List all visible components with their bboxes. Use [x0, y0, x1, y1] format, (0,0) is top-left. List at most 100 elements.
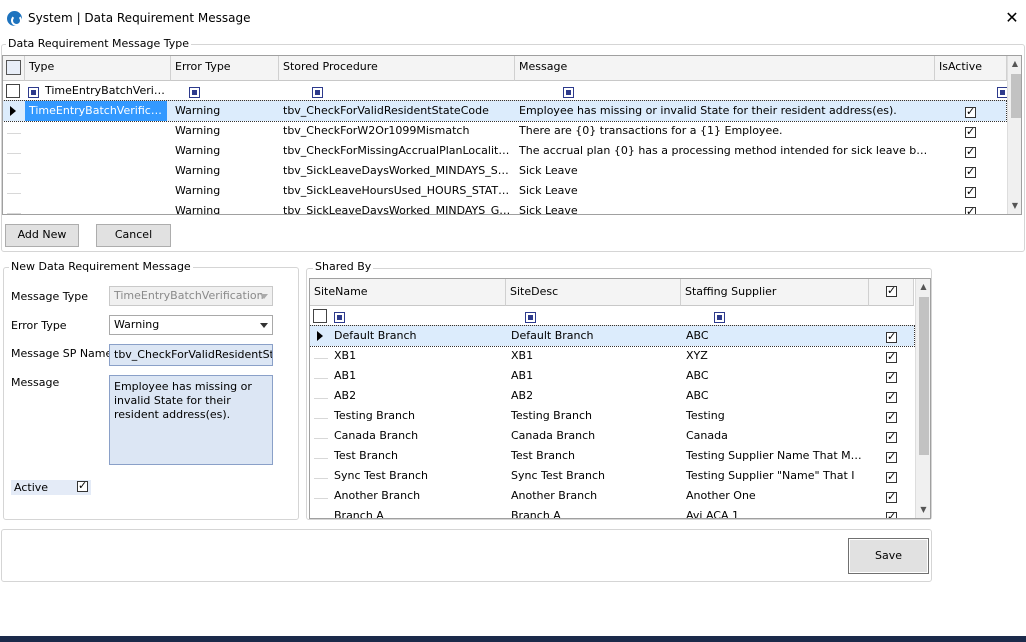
table-row[interactable]: Branch A Branch A Avi ACA 1	[310, 506, 914, 518]
sitedesc-cell[interactable]: Branch A	[507, 506, 681, 518]
column-header-isactive[interactable]: IsActive	[935, 56, 1007, 81]
type-cell[interactable]	[25, 121, 167, 141]
row-header[interactable]	[3, 161, 23, 181]
message-cell[interactable]: Employee has missing or invalid State fo…	[515, 101, 935, 121]
staffing-supplier-cell[interactable]: Testing Supplier Name That Mee	[682, 446, 868, 466]
row-header[interactable]	[3, 201, 23, 214]
row-header[interactable]	[310, 326, 330, 346]
stored-procedure-cell[interactable]: tbv_CheckForValidResidentStateCode	[279, 101, 515, 121]
column-header-error-type[interactable]: Error Type	[171, 56, 279, 81]
sitedesc-cell[interactable]: Canada Branch	[507, 426, 681, 446]
column-header-sitedesc[interactable]: SiteDesc	[506, 279, 681, 306]
shared-checkbox[interactable]	[886, 370, 897, 383]
staffing-supplier-cell[interactable]: ABC	[682, 366, 868, 386]
type-cell[interactable]	[25, 141, 167, 161]
row-header[interactable]	[3, 101, 23, 121]
staffing-supplier-cell[interactable]: Another One	[682, 486, 868, 506]
filter-operator-icon[interactable]	[562, 86, 574, 98]
sitedesc-cell[interactable]: AB2	[507, 386, 681, 406]
filter-operator-icon[interactable]	[188, 86, 200, 98]
staffing-supplier-cell[interactable]: Canada	[682, 426, 868, 446]
cancel-button[interactable]: Cancel	[96, 224, 171, 247]
row-header[interactable]	[3, 121, 23, 141]
add-new-button[interactable]: Add New	[5, 224, 79, 247]
sitename-cell[interactable]: AB2	[330, 386, 506, 406]
scroll-down-icon[interactable]: ▼	[916, 502, 930, 518]
table-row[interactable]: AB1 AB1 ABC	[310, 366, 914, 386]
column-header-message[interactable]: Message	[515, 56, 935, 81]
message-cell[interactable]: Sick Leave	[515, 161, 935, 181]
table-row[interactable]: TimeEntryBatchVerification Warning tbv_Che…	[3, 100, 1007, 122]
error-type-cell[interactable]: Warning	[171, 121, 279, 141]
sitename-cell[interactable]: AB1	[330, 366, 506, 386]
type-cell[interactable]	[25, 201, 167, 214]
message-cell[interactable]: The accrual plan {0} has a processing me…	[515, 141, 935, 161]
scrollbar-thumb[interactable]	[1011, 74, 1021, 118]
staffing-supplier-cell[interactable]: ABC	[682, 386, 868, 406]
scrollbar-thumb[interactable]	[919, 297, 929, 455]
staffing-supplier-cell[interactable]: XYZ	[682, 346, 868, 366]
table-row[interactable]: AB2 AB2 ABC	[310, 386, 914, 406]
sitedesc-cell[interactable]: Sync Test Branch	[507, 466, 681, 486]
vertical-scrollbar[interactable]: ▲ ▼	[1007, 56, 1021, 214]
message-textarea[interactable]: Employee has missing or invalid State fo…	[109, 375, 273, 465]
column-header-sitename[interactable]: SiteName	[310, 279, 506, 306]
filter-type-value[interactable]: TimeEntryBatchVerific...	[41, 81, 169, 101]
type-cell[interactable]	[25, 161, 167, 181]
column-header-staffing-supplier[interactable]: Staffing Supplier	[681, 279, 869, 306]
filter-operator-icon[interactable]	[334, 311, 345, 323]
sitename-cell[interactable]: Canada Branch	[330, 426, 506, 446]
table-row[interactable]: Warning tbv_SickLeaveDaysWorked_MINDAYS_G…	[3, 201, 1006, 214]
error-type-cell[interactable]: Warning	[171, 201, 279, 214]
sitename-cell[interactable]: Branch A	[330, 506, 506, 518]
sitedesc-cell[interactable]: Testing Branch	[507, 406, 681, 426]
table-row[interactable]: Warning tbv_SickLeaveDaysWorked_MINDAYS_S…	[3, 161, 1006, 181]
type-cell[interactable]	[25, 181, 167, 201]
column-header-select-all[interactable]	[869, 279, 914, 306]
table-row[interactable]: XB1 XB1 XYZ	[310, 346, 914, 366]
row-header[interactable]	[310, 366, 330, 386]
filter-operator-icon[interactable]	[312, 86, 323, 98]
scroll-down-icon[interactable]: ▼	[1008, 198, 1021, 214]
active-checkbox[interactable]	[77, 479, 88, 492]
table-row[interactable]: Warning tbv_CheckForW2Or1099Mismatch There…	[3, 121, 1006, 141]
sitedesc-cell[interactable]: XB1	[507, 346, 681, 366]
select-all-checkbox[interactable]	[886, 284, 897, 297]
row-header[interactable]	[310, 486, 330, 506]
scroll-up-icon[interactable]: ▲	[1008, 56, 1021, 72]
close-icon[interactable]: ✕	[1003, 9, 1021, 27]
shared-checkbox[interactable]	[886, 470, 897, 483]
isactive-checkbox[interactable]	[965, 185, 976, 198]
row-header[interactable]	[310, 466, 330, 486]
row-header[interactable]	[310, 406, 330, 426]
message-cell[interactable]: Sick Leave	[515, 201, 935, 214]
row-header[interactable]	[310, 346, 330, 366]
sitedesc-cell[interactable]: Test Branch	[507, 446, 681, 466]
shared-checkbox[interactable]	[886, 430, 897, 443]
shared-checkbox[interactable]	[886, 510, 897, 518]
staffing-supplier-cell[interactable]: Avi ACA 1	[682, 506, 868, 518]
clear-filter-icon[interactable]	[6, 84, 20, 98]
isactive-checkbox[interactable]	[965, 105, 976, 118]
isactive-checkbox[interactable]	[965, 145, 976, 158]
error-type-cell[interactable]: Warning	[171, 141, 279, 161]
error-type-select[interactable]: Warning	[109, 315, 273, 335]
error-type-cell[interactable]: Warning	[171, 181, 279, 201]
sitename-cell[interactable]: Test Branch	[330, 446, 506, 466]
row-header[interactable]	[3, 141, 23, 161]
staffing-supplier-cell[interactable]: Testing Supplier "Name" That I	[682, 466, 868, 486]
vertical-scrollbar[interactable]: ▲ ▼	[915, 279, 930, 518]
table-row[interactable]: Canada Branch Canada Branch Canada	[310, 426, 914, 446]
message-cell[interactable]: There are {0} transactions for a {1} Emp…	[515, 121, 935, 141]
isactive-checkbox[interactable]	[965, 205, 976, 214]
table-row[interactable]: Default Branch Default Branch ABC	[310, 325, 915, 347]
table-row[interactable]: Warning tbv_SickLeaveHoursUsed_HOURS_STAT…	[3, 181, 1006, 201]
sitename-cell[interactable]: XB1	[330, 346, 506, 366]
error-type-cell[interactable]: Warning	[171, 101, 279, 121]
shared-checkbox[interactable]	[886, 390, 897, 403]
sitedesc-cell[interactable]: Default Branch	[507, 326, 681, 346]
sitedesc-cell[interactable]: Another Branch	[507, 486, 681, 506]
filter-operator-icon[interactable]	[524, 311, 536, 323]
error-type-cell[interactable]: Warning	[171, 161, 279, 181]
sitename-cell[interactable]: Sync Test Branch	[330, 466, 506, 486]
